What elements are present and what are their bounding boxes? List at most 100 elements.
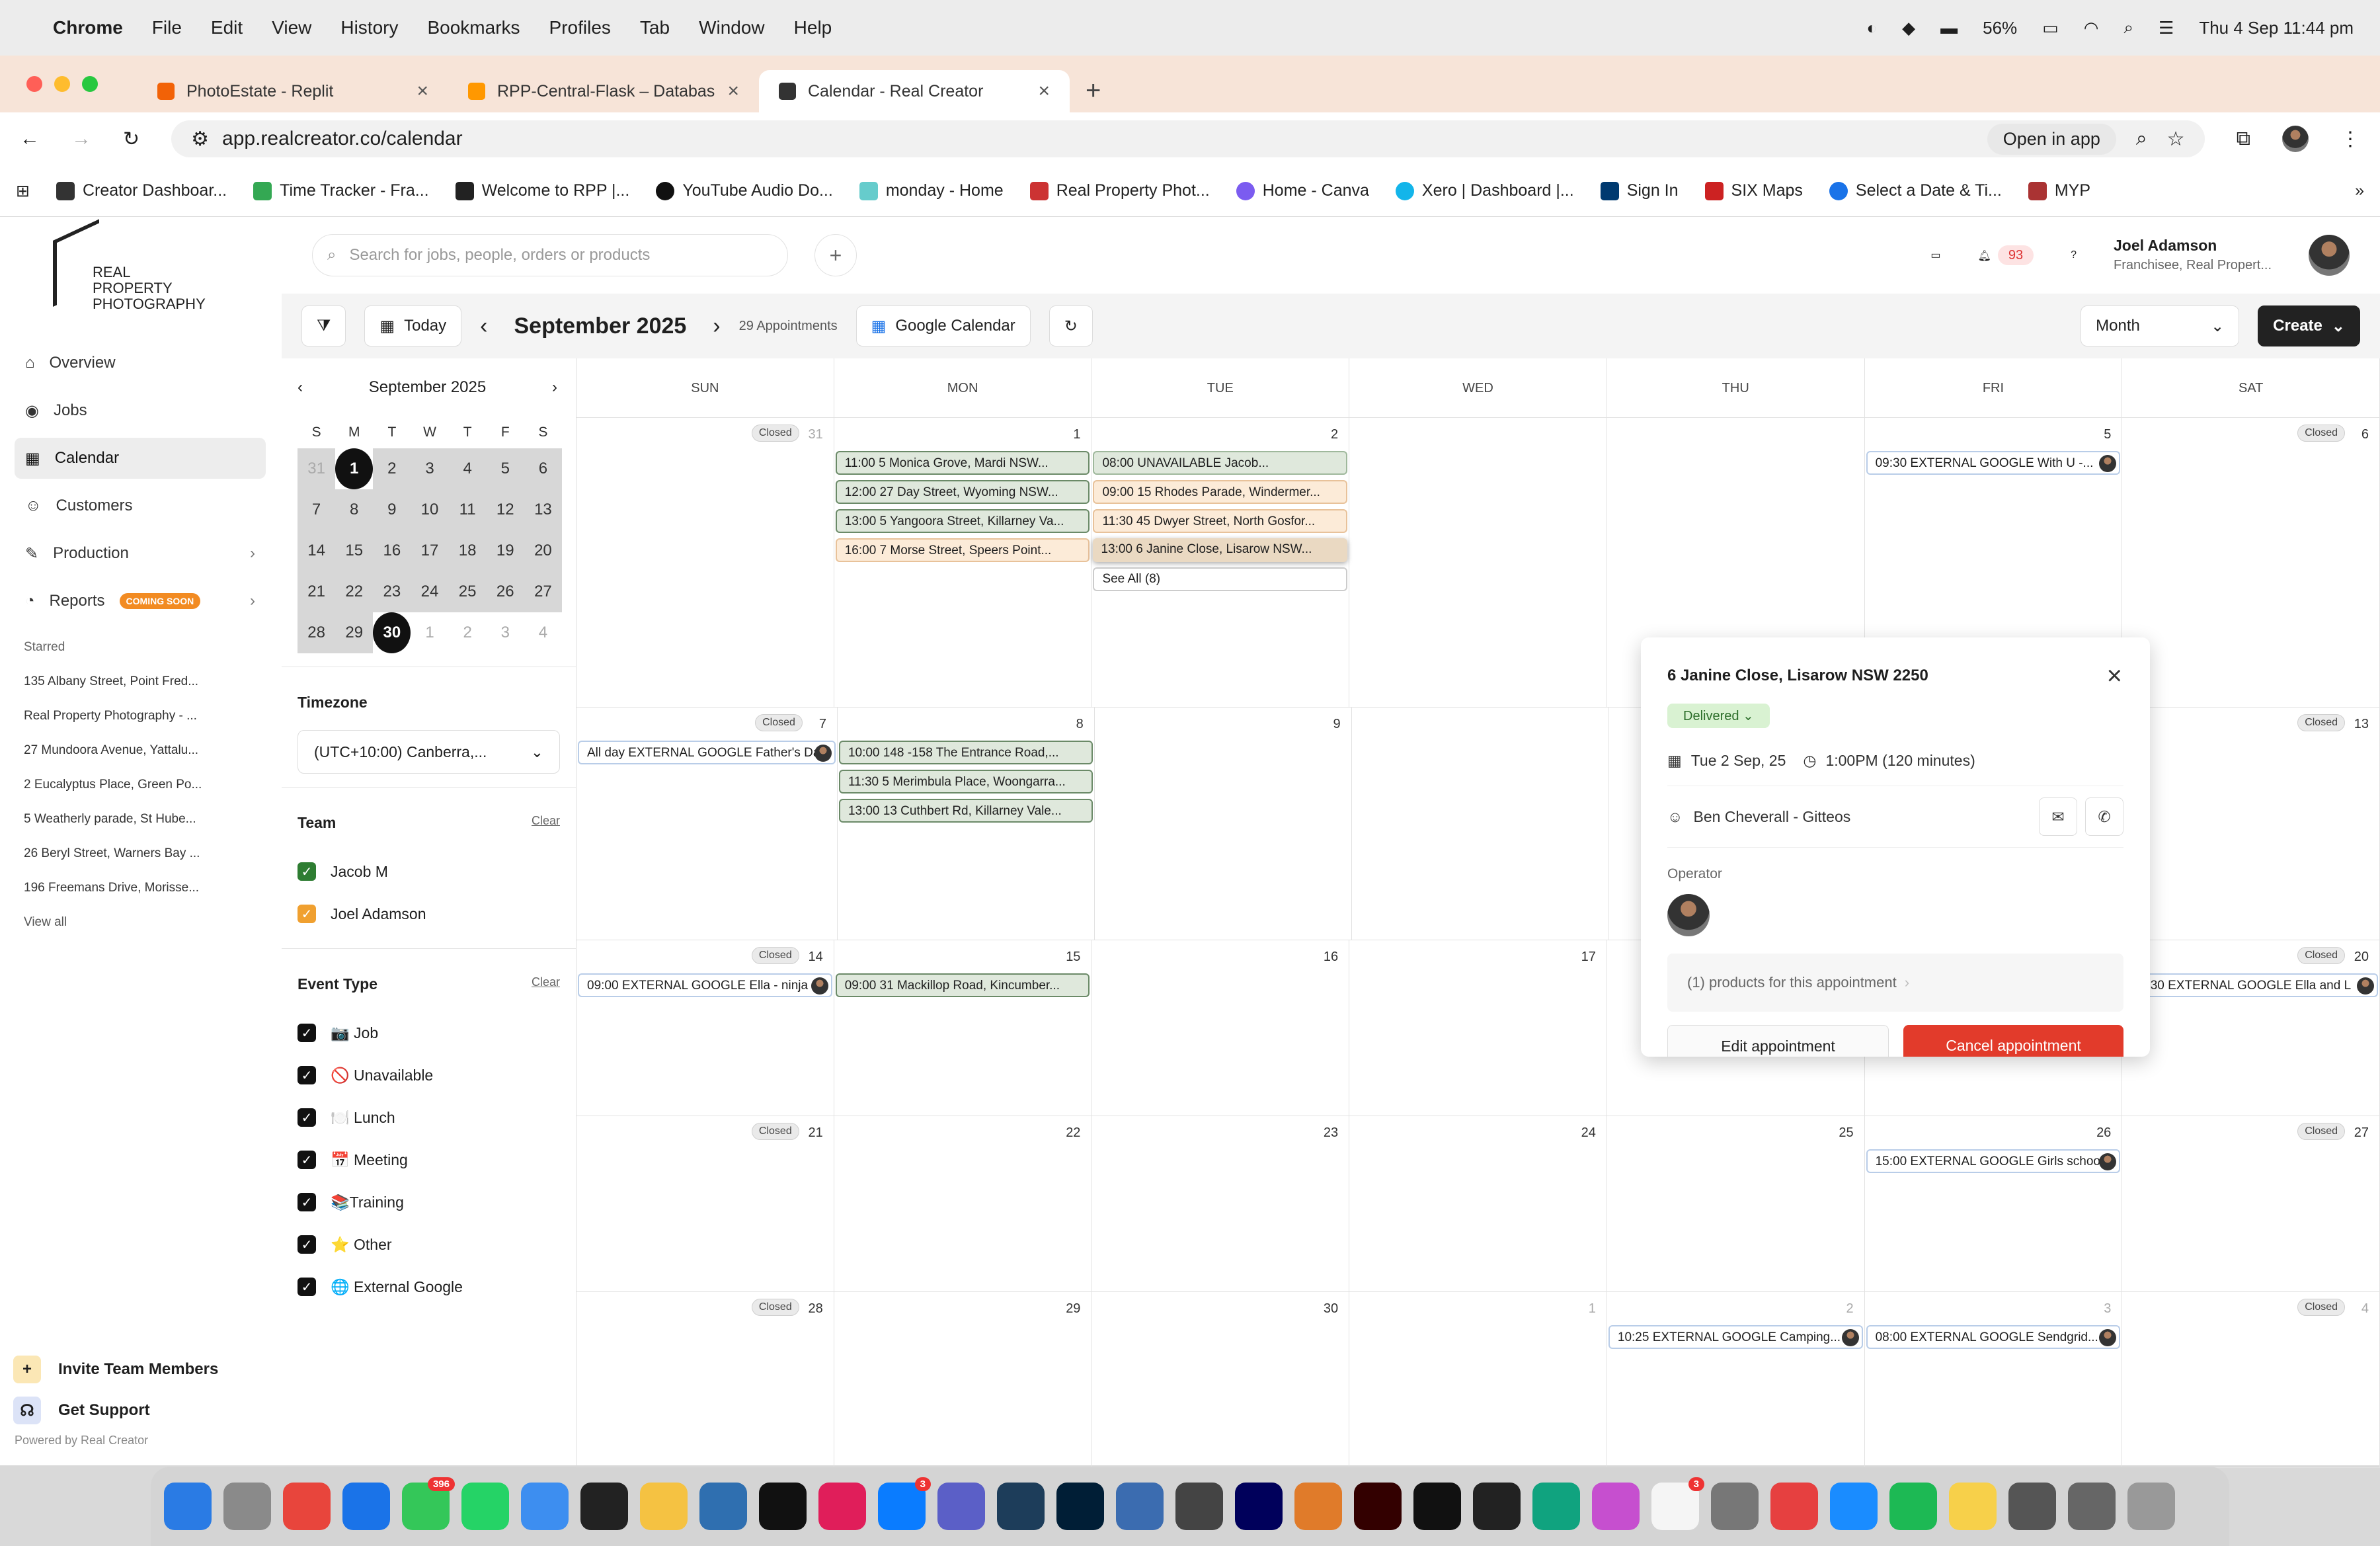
day-cell[interactable]: 26 15:00 EXTERNAL GOOGLE Girls school [1865,1116,2123,1291]
zoom-window-button[interactable] [82,76,98,92]
apps-icon[interactable]: ⊞ [16,181,30,201]
search-input[interactable]: ⌕ Search for jobs, people, orders or prod… [312,234,788,276]
menu-view[interactable]: View [272,17,311,38]
event-chip[interactable]: 09:00 15 Rhodes Parade, Windermer... [1093,480,1348,504]
starred-item[interactable]: 27 Mundoora Avenue, Yattalu... [24,743,262,778]
dock-app-icon[interactable] [1532,1483,1580,1530]
back-icon[interactable]: ← [20,128,40,150]
dock-app-icon[interactable] [283,1483,331,1530]
dock-app-icon[interactable] [1056,1483,1104,1530]
mini-day[interactable]: 25 [448,571,487,612]
day-cell[interactable]: 9 [1095,708,1352,940]
reload-icon[interactable]: ↻ [123,128,139,151]
see-all-button[interactable]: See All (8) [1093,567,1348,591]
filter-button[interactable]: ⧩ [301,305,346,346]
creative-cloud-icon[interactable]: ◐ [1866,18,1877,38]
event-chip[interactable]: 13:00 6 Janine Close, Lisarow NSW... [1093,538,1348,562]
starred-item[interactable]: 26 Beryl Street, Warners Bay ... [24,846,262,881]
dock-app-icon[interactable] [1235,1483,1283,1530]
dropbox-icon[interactable]: ◆ [1902,18,1915,38]
bookmark[interactable]: monday - Home [859,181,1004,200]
bookmark[interactable]: Creator Dashboar... [56,181,227,200]
mini-day[interactable]: 17 [411,530,449,571]
team-clear-link[interactable]: Clear [532,814,560,832]
close-tab-icon[interactable]: × [416,80,428,102]
mini-day[interactable]: 16 [373,530,411,571]
day-cell[interactable]: 1 11:00 5 Monica Grove, Mardi NSW... 12:00… [834,418,1092,707]
menu-help[interactable]: Help [794,17,832,38]
bookmark[interactable]: Xero | Dashboard |... [1395,181,1574,200]
next-month-icon[interactable]: › [713,313,720,339]
bookmark[interactable]: Welcome to RPP |... [455,181,629,200]
event-type-checkbox[interactable]: ✓ 🌐 External Google [298,1266,560,1308]
user-avatar[interactable] [2309,235,2350,276]
day-cell[interactable]: 20 Closed 08:30 EXTERNAL GOOGLE Ella and L [2122,940,2380,1116]
bookmark[interactable]: SIX Maps [1704,181,1803,200]
close-tab-icon[interactable]: × [1038,80,1050,102]
day-cell[interactable]: 8 10:00 148 -158 The Entrance Road,... 11:… [838,708,1095,940]
day-cell[interactable]: 15 09:00 31 Mackillop Road, Kincumber... [834,940,1092,1116]
more-bookmarks-icon[interactable]: » [2355,181,2364,200]
mini-day[interactable]: 29 [335,612,374,653]
team-checkbox[interactable]: ✓ Joel Adamson [298,893,560,935]
mini-day[interactable]: 24 [411,571,449,612]
dock-app-icon[interactable] [640,1483,688,1530]
mini-day[interactable]: 30 [373,612,411,653]
close-window-button[interactable] [26,76,42,92]
menu-profiles[interactable]: Profiles [549,17,611,38]
day-cell[interactable] [1349,418,1607,707]
dock-app-icon[interactable] [1116,1483,1164,1530]
menu-edit[interactable]: Edit [211,17,243,38]
mini-day[interactable]: 6 [524,448,562,489]
logo[interactable]: REAL PROPERTY PHOTOGRAPHY [53,219,225,313]
dock-app-icon[interactable] [1711,1483,1759,1530]
spotlight-icon[interactable]: ⌕ [2123,17,2133,38]
dock-app-icon[interactable] [223,1483,271,1530]
day-cell[interactable]: 28 Closed [576,1292,834,1467]
mini-day[interactable]: 1 [411,612,448,653]
event-chip[interactable]: 11:30 5 Merimbula Place, Woongarra... [838,770,1093,793]
starred-item[interactable]: 196 Freemans Drive, Morisse... [24,881,262,915]
event-chip[interactable]: 10:00 148 -158 The Entrance Road,... [838,741,1093,764]
dock-app-icon[interactable] [937,1483,985,1530]
new-tab-icon[interactable]: + [1086,76,1101,106]
mini-day[interactable]: 23 [373,571,411,612]
day-cell[interactable]: 14 Closed 09:00 EXTERNAL GOOGLE Ella - nin… [576,940,834,1116]
mini-day[interactable]: 21 [298,571,336,612]
day-cell[interactable]: 6 Closed [2122,418,2380,707]
dock-app-icon[interactable] [1592,1483,1640,1530]
car-icon[interactable]: ▬ [1940,18,1958,38]
battery-icon[interactable]: ▭ [2042,18,2059,38]
nav-jobs[interactable]: ◉ Jobs [15,390,266,431]
event-chip[interactable]: 11:00 5 Monica Grove, Mardi NSW... [835,451,1090,475]
mini-day[interactable]: 31 [298,448,336,489]
mini-day[interactable]: 3 [411,448,449,489]
event-chip[interactable]: 10:25 EXTERNAL GOOGLE Camping... [1608,1325,1863,1349]
event-chip[interactable]: All day EXTERNAL GOOGLE Father's Day [578,741,836,764]
browser-tab[interactable]: RPP-Central-Flask – Databas × [448,70,759,112]
clock[interactable]: Thu 4 Sep 11:44 pm [2199,18,2354,38]
bookmark[interactable]: Real Property Phot... [1029,181,1210,200]
mini-day[interactable]: 14 [298,530,336,571]
chrome-menu-icon[interactable]: ⋮ [2340,128,2360,151]
minimize-window-button[interactable] [54,76,70,92]
starred-item[interactable]: 5 Weatherly parade, St Hube... [24,812,262,846]
mini-day[interactable]: 2 [449,612,487,653]
open-in-app-button[interactable]: Open in app [1987,123,2116,155]
mini-day[interactable]: 19 [486,530,524,571]
mini-day[interactable]: 1 [335,448,374,489]
day-cell[interactable]: 30 [1091,1292,1350,1467]
event-chip[interactable]: 16:00 7 Morse Street, Speers Point... [835,538,1090,562]
mini-day[interactable]: 10 [411,489,449,530]
dock-app-icon[interactable] [1949,1483,1997,1530]
browser-tab[interactable]: PhotoEstate - Replit × [138,70,448,112]
site-info-icon[interactable]: ⚙ [191,128,209,151]
mini-day[interactable]: 20 [524,530,562,571]
dock-app-icon[interactable] [1175,1483,1223,1530]
mini-prev-icon[interactable]: ‹ [298,378,303,397]
day-cell[interactable]: 23 [1091,1116,1350,1291]
starred-item[interactable]: 135 Albany Street, Point Fred... [24,674,262,709]
event-type-checkbox[interactable]: ✓ ⭐ Other [298,1223,560,1266]
mini-day[interactable]: 9 [373,489,411,530]
starred-item[interactable]: 2 Eucalyptus Place, Green Po... [24,778,262,812]
